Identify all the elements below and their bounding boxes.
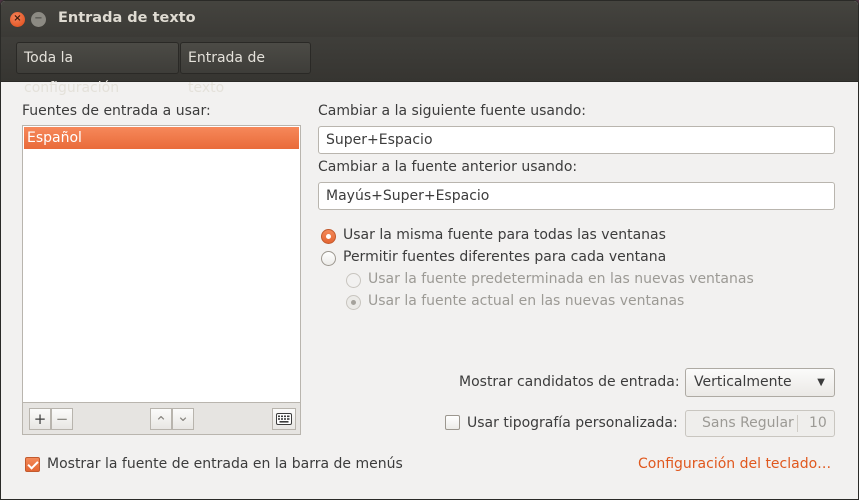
window-title: Entrada de texto	[58, 10, 196, 26]
custom-font-label[interactable]: Usar tipografía personalizada:	[467, 415, 678, 431]
titlebar: × − Entrada de texto	[1, 1, 858, 37]
breadcrumb-all-settings[interactable]: Toda la configuración	[16, 42, 179, 96]
dialog-window: × − Entrada de texto Toda la configuraci…	[0, 0, 859, 500]
default-source-label: Usar la fuente predeterminada en las nue…	[368, 271, 754, 287]
minimize-button[interactable]: −	[31, 12, 46, 27]
candidates-label: Mostrar candidatos de entrada:	[459, 374, 680, 390]
sources-list: Español	[22, 125, 301, 403]
different-source-label[interactable]: Permitir fuentes diferentes para cada ve…	[343, 249, 666, 265]
sources-toolbar: + − ⌃ ⌄	[22, 403, 301, 435]
current-source-radio[interactable]	[346, 295, 361, 310]
chevron-down-icon: ▼	[817, 377, 825, 388]
breadcrumb-text-entry[interactable]: Entrada de texto	[180, 42, 311, 96]
keyboard-layout-button[interactable]	[272, 408, 296, 430]
keyboard-settings-link[interactable]: Configuración del teclado…	[638, 456, 831, 472]
next-source-label: Cambiar a la siguiente fuente usando:	[318, 103, 587, 119]
font-size: 10	[809, 415, 827, 431]
different-source-radio[interactable]	[321, 251, 336, 266]
prev-source-shortcut-field[interactable]: Mayús+Super+Espacio	[318, 182, 835, 210]
same-source-radio[interactable]	[321, 229, 336, 244]
candidates-select[interactable]: Verticalmente ▼	[685, 368, 835, 397]
candidates-value: Verticalmente	[694, 374, 792, 390]
sources-label: Fuentes de entrada a usar:	[22, 103, 211, 119]
list-item[interactable]: Español	[24, 127, 299, 149]
show-in-menubar-checkbox[interactable]	[25, 457, 40, 472]
show-in-menubar-label[interactable]: Mostrar la fuente de entrada en la barra…	[47, 456, 403, 472]
move-down-button[interactable]: ⌄	[172, 408, 194, 430]
prev-source-label: Cambiar a la fuente anterior usando:	[318, 159, 578, 175]
remove-source-button[interactable]: −	[51, 408, 73, 430]
font-button-divider	[797, 415, 798, 432]
add-source-button[interactable]: +	[29, 408, 51, 430]
default-source-radio[interactable]	[346, 273, 361, 288]
move-up-button[interactable]: ⌃	[150, 408, 172, 431]
custom-font-checkbox[interactable]	[445, 415, 460, 430]
font-name: Sans Regular	[702, 415, 794, 431]
same-source-label[interactable]: Usar la misma fuente para todas las vent…	[343, 227, 666, 243]
close-button[interactable]: ×	[10, 12, 25, 27]
current-source-label: Usar la fuente actual en las nuevas vent…	[368, 293, 685, 309]
keyboard-icon	[276, 413, 292, 425]
next-source-shortcut-field[interactable]: Super+Espacio	[318, 126, 835, 154]
font-picker-button[interactable]: Sans Regular 10	[685, 410, 835, 437]
breadcrumb: Toda la configuración Entrada de texto	[1, 37, 858, 96]
